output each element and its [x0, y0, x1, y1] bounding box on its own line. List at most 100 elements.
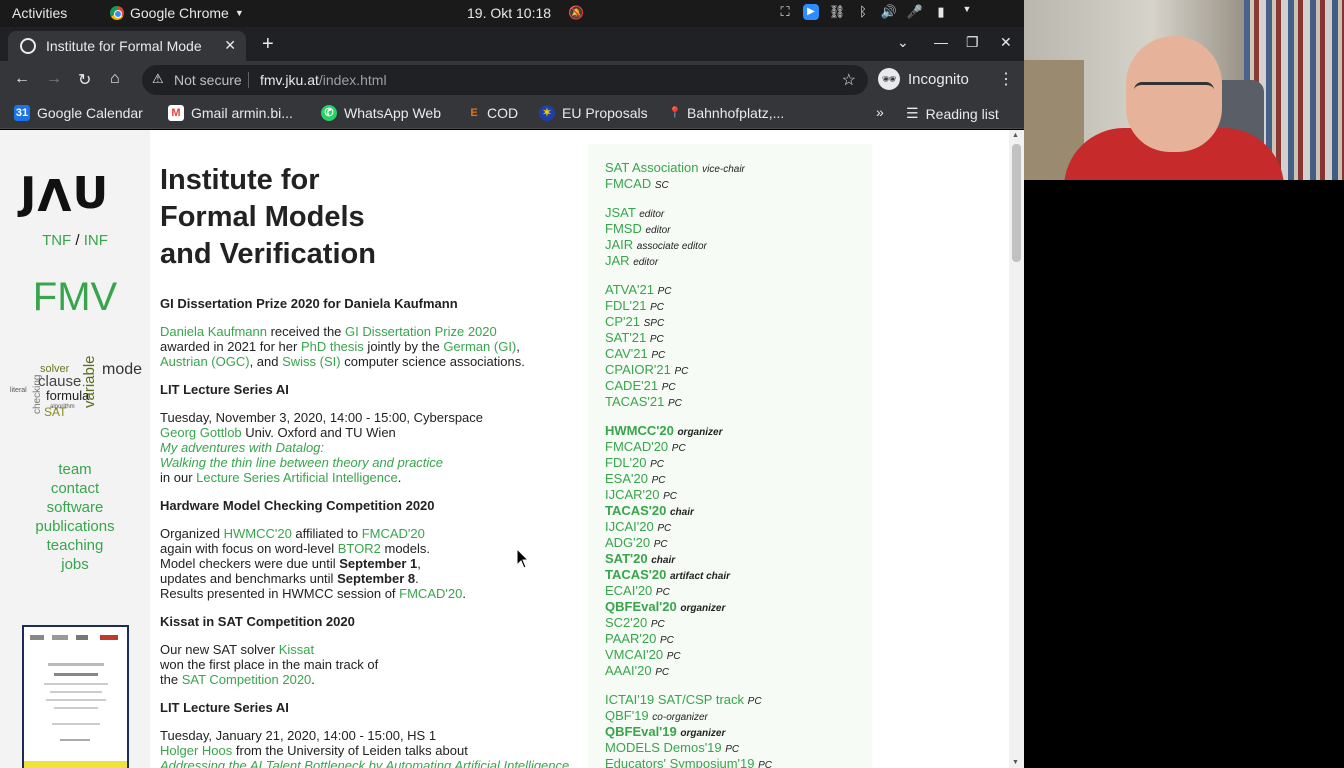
- close-window-icon[interactable]: ✕: [1000, 34, 1012, 51]
- reload-icon[interactable]: ↻: [78, 70, 91, 90]
- app-menu[interactable]: Google Chrome ▼: [110, 5, 244, 21]
- scroll-up-icon[interactable]: ▲: [1012, 132, 1019, 139]
- lecture-series-link[interactable]: Lecture Series Artificial Intelligence: [196, 470, 398, 485]
- activities-button[interactable]: Activities: [12, 5, 67, 21]
- text: in our: [160, 470, 197, 485]
- not-secure-label[interactable]: Not secure: [174, 72, 242, 88]
- fmcad-link[interactable]: FMCAD'20: [399, 586, 462, 601]
- inf-link[interactable]: INF: [84, 232, 108, 249]
- accessibility-icon[interactable]: ⛶: [772, 4, 798, 20]
- tab-strip: Institute for Formal Mode ✕ + ⌄ — ❐ ✕: [0, 27, 1024, 61]
- btor2-link[interactable]: BTOR2: [338, 541, 381, 556]
- bookmark-item[interactable]: M Gmail armin.bi...: [168, 105, 293, 121]
- more-bookmarks-icon[interactable]: »: [876, 104, 884, 120]
- whatsapp-icon: ✆: [321, 105, 337, 121]
- bluetooth-icon[interactable]: ᛒ: [850, 4, 876, 20]
- gi-link[interactable]: German (GI): [443, 339, 516, 354]
- bookmark-item[interactable]: ✆ WhatsApp Web: [321, 105, 441, 121]
- bookmark-item[interactable]: 31 Google Calendar: [14, 105, 143, 121]
- tnf-link[interactable]: TNF: [42, 232, 71, 249]
- warning-icon[interactable]: ⚠: [152, 71, 164, 87]
- role-venue: IJCAI'20: [605, 519, 654, 534]
- back-icon[interactable]: ←: [14, 70, 30, 88]
- system-tray[interactable]: ⛶ ▶ ⛓ ᛒ 🔊 🎤 ▮ ▼: [772, 4, 980, 20]
- speaker-link[interactable]: Georg Gottlob: [160, 425, 242, 440]
- battery-icon[interactable]: ▮: [928, 4, 954, 20]
- minimize-icon[interactable]: —: [934, 34, 948, 50]
- bookmark-label: Gmail armin.bi...: [191, 105, 293, 121]
- jku-logo[interactable]: JVU: [20, 168, 109, 219]
- fmv-logo[interactable]: FMV: [0, 275, 150, 320]
- role-venue: FMCAD'20: [605, 439, 669, 454]
- nav-link-contact[interactable]: contact: [0, 479, 150, 498]
- news-heading: LIT Lecture Series AI: [160, 700, 289, 715]
- talk-title[interactable]: Addressing the AI Talent Bottleneck by A…: [160, 758, 569, 768]
- talk-title[interactable]: My adventures with Datalog:: [160, 440, 324, 455]
- role-venue: HWMCC'20: [605, 423, 674, 438]
- award-certificate-image[interactable]: [22, 625, 129, 768]
- role-venue: CADE'21: [605, 378, 659, 393]
- role-venue: QBFEval'19: [605, 724, 677, 739]
- bookmark-item[interactable]: 📍 Bahnhofplatz,...: [668, 105, 784, 121]
- role-item[interactable]: JAR editor: [605, 253, 658, 271]
- separator: /: [75, 232, 80, 249]
- role-item[interactable]: FMCAD SC: [605, 176, 669, 194]
- nav-link-publications[interactable]: publications: [0, 517, 150, 536]
- scrollbar-thumb[interactable]: [1012, 144, 1021, 262]
- kissat-link[interactable]: Kissat: [279, 642, 314, 657]
- nav-link-software[interactable]: software: [0, 498, 150, 517]
- role-venue: ADG'20: [605, 535, 651, 550]
- nav-link-team[interactable]: team: [0, 460, 150, 479]
- new-tab-button[interactable]: +: [262, 33, 274, 56]
- prize-link[interactable]: GI Dissertation Prize 2020: [345, 324, 497, 339]
- role-label: PC: [758, 760, 773, 768]
- role-venue: VMCAI'20: [605, 647, 664, 662]
- map-pin-icon: 📍: [668, 107, 682, 119]
- bookmark-item[interactable]: ✶ EU Proposals: [539, 105, 648, 121]
- chevron-down-icon[interactable]: ▼: [954, 4, 980, 20]
- menu-kebab-icon[interactable]: ⋮: [998, 69, 1014, 89]
- cloud-word: literal: [10, 387, 27, 394]
- role-item[interactable]: TACAS'21 PC: [605, 394, 682, 412]
- url-text[interactable]: fmv.jku.at/index.html: [260, 72, 387, 88]
- person-link[interactable]: Daniela Kaufmann: [160, 324, 267, 339]
- hwmcc-link[interactable]: HWMCC'20: [224, 526, 292, 541]
- incognito-button[interactable]: 🕶 Incognito: [878, 68, 969, 90]
- role-venue: QBF'19: [605, 708, 649, 723]
- ogc-link[interactable]: Austrian (OGC): [160, 354, 250, 369]
- home-icon[interactable]: ⌂: [110, 70, 120, 88]
- si-link[interactable]: Swiss (SI): [282, 354, 341, 369]
- address-bar[interactable]: ⚠ Not secure fmv.jku.at/index.html ☆: [142, 65, 868, 95]
- role-venue: QBFEval'20: [605, 599, 677, 614]
- role-label: PC: [653, 539, 668, 550]
- fmcad-link[interactable]: FMCAD'20: [362, 526, 425, 541]
- bookmark-item[interactable]: E COD: [468, 105, 518, 121]
- reading-list-button[interactable]: ☰ Reading list: [906, 105, 999, 122]
- role-item[interactable]: Educators' Symposium'19 PC: [605, 756, 772, 768]
- network-icon[interactable]: ⛓: [824, 4, 850, 20]
- clock[interactable]: 19. Okt 10:18: [467, 5, 551, 21]
- sat-competition-link[interactable]: SAT Competition 2020: [182, 672, 312, 687]
- page-scrollbar[interactable]: ▲ ▼: [1009, 130, 1024, 768]
- volume-icon[interactable]: 🔊: [876, 4, 902, 20]
- talk-title[interactable]: Walking the thin line between theory and…: [160, 455, 443, 470]
- text: Results presented in HWMCC session of: [160, 586, 400, 601]
- thesis-link[interactable]: PhD thesis: [301, 339, 364, 354]
- role-venue: ATVA'21: [605, 282, 654, 297]
- forward-icon[interactable]: →: [46, 70, 62, 88]
- news-line: Model checkers were due until September …: [160, 556, 421, 571]
- nav-link-teaching[interactable]: teaching: [0, 536, 150, 555]
- tab-search-icon[interactable]: ⌄: [897, 34, 909, 51]
- maximize-icon[interactable]: ❐: [966, 34, 979, 51]
- speaker-link[interactable]: Holger Hoos: [160, 743, 232, 758]
- cod-icon: E: [470, 107, 478, 119]
- scroll-down-icon[interactable]: ▼: [1012, 759, 1019, 766]
- close-icon[interactable]: ✕: [224, 37, 236, 54]
- chrome-icon: [110, 6, 124, 20]
- microphone-icon[interactable]: 🎤: [902, 4, 928, 20]
- nav-link-jobs[interactable]: jobs: [0, 555, 150, 574]
- tab-active[interactable]: Institute for Formal Mode ✕: [8, 31, 246, 61]
- bookmark-star-icon[interactable]: ☆: [842, 70, 856, 90]
- role-item[interactable]: AAAI'20 PC: [605, 663, 669, 681]
- zoom-icon[interactable]: ▶: [803, 4, 819, 20]
